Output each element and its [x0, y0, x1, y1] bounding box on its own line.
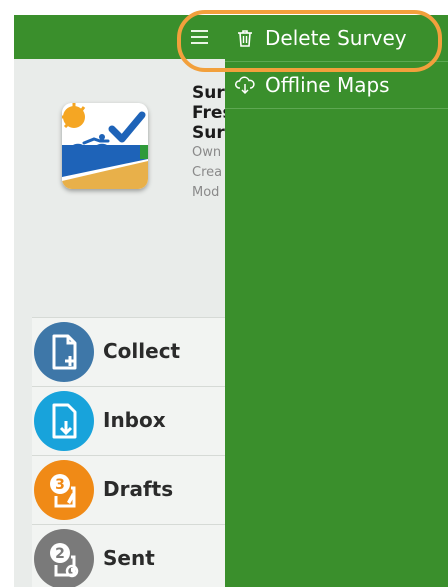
options-menu: Delete Survey Offline Maps	[225, 15, 448, 587]
offline-maps-label: Offline Maps	[265, 73, 390, 97]
sent-label: Sent	[103, 546, 155, 570]
drafts-count-badge: 3	[55, 477, 65, 493]
survey-thumbnail	[62, 103, 148, 189]
sent-icon: 2	[34, 529, 94, 587]
drafts-icon: 3	[34, 460, 94, 520]
inbox-label: Inbox	[103, 408, 166, 432]
app-window: Sur Fres Sur Own Crea Mod Collect Inbox …	[14, 15, 448, 587]
inbox-icon	[34, 391, 94, 451]
callout-highlight	[177, 10, 442, 72]
collect-label: Collect	[103, 339, 181, 363]
cloud-download-icon	[235, 76, 255, 95]
drafts-label: Drafts	[103, 477, 174, 501]
sent-count-badge: 2	[55, 546, 65, 562]
survey-thumbnail-icon	[62, 103, 148, 189]
collect-icon	[34, 322, 94, 382]
